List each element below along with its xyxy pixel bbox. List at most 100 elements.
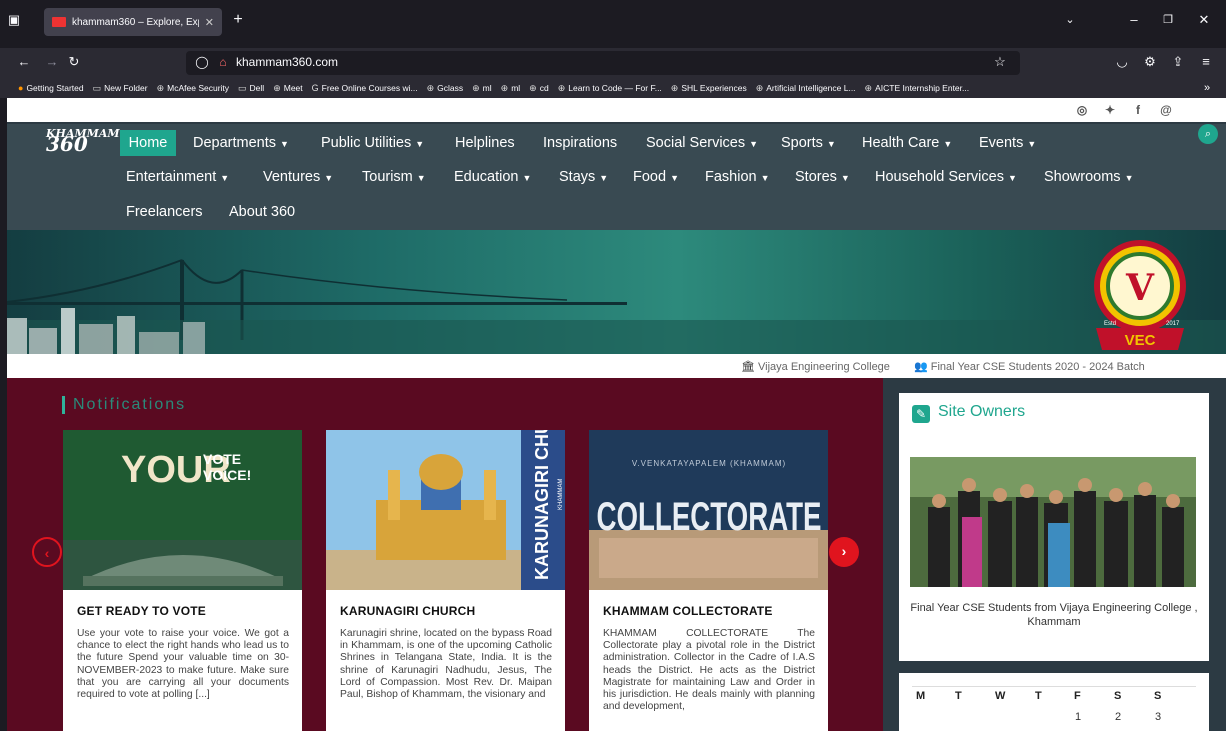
card-excerpt: KHAMMAM COLLECTORATE The Collectorate pl… [603, 628, 815, 713]
carousel-next-button[interactable]: › [829, 537, 859, 567]
vec-college-logo[interactable]: V VEC Estd 2017 [1090, 238, 1190, 354]
search-icon[interactable]: ⌕ [1198, 124, 1218, 144]
bookmark-item[interactable]: ⊕ Gclass [427, 83, 464, 94]
caret-down-icon: ▼ [1124, 173, 1134, 183]
instagram-icon[interactable]: ◎ [1074, 102, 1090, 118]
google-icon: G [311, 83, 319, 93]
pocket-icon[interactable]: ◡ [1114, 54, 1130, 70]
bookmark-item[interactable]: ● Getting Started [18, 83, 84, 93]
nav-showrooms[interactable]: Showrooms ▼ [1044, 166, 1133, 189]
share-icon[interactable]: ⇪ [1170, 54, 1186, 70]
nav-sports[interactable]: Sports ▼ [781, 132, 836, 155]
card-image-vote[interactable]: YOUR VOTE VOICE! [63, 430, 302, 590]
nav-fashion[interactable]: Fashion ▼ [705, 166, 770, 189]
calendar-day-header: W [995, 690, 1006, 702]
nav-events[interactable]: Events ▼ [979, 132, 1036, 155]
caret-down-icon: ▼ [599, 173, 609, 183]
tab-list-icon[interactable]: ▣ [6, 12, 22, 28]
calendar-day-header: F [1074, 690, 1081, 702]
calendar-date[interactable]: 3 [1155, 711, 1161, 723]
reload-icon[interactable]: ↻ [66, 54, 82, 70]
bookmark-item[interactable]: ⊕ ml [501, 83, 521, 94]
card-image-church[interactable]: KARUNAGIRI CHURC KHAMMAM [326, 430, 565, 590]
back-icon[interactable]: ← [16, 54, 32, 70]
globe-icon: ⊕ [557, 82, 566, 93]
notification-card[interactable]: V.VENKATAYAPALEM (KHAMMAM) COLLECTORATE … [589, 430, 828, 731]
bookmark-item[interactable]: ⊕ Meet [273, 83, 302, 94]
bookmark-item[interactable]: ⊕ McAfee Security [157, 83, 229, 94]
tab-title: khammam360 – Explore, Exper [72, 16, 199, 28]
svg-text:KARUNAGIRI CHURC: KARUNAGIRI CHURC [532, 430, 552, 580]
nav-stays[interactable]: Stays ▼ [559, 166, 608, 189]
nav-social-services[interactable]: Social Services ▼ [646, 132, 758, 155]
menu-icon[interactable]: ≡ [1198, 54, 1214, 70]
notification-card[interactable]: YOUR VOTE VOICE! GET READY TO VOTE Use y… [63, 430, 302, 731]
twitter-icon[interactable]: ✦ [1102, 102, 1118, 118]
lock-icon[interactable]: ⌂ [216, 54, 230, 70]
card-title[interactable]: KARUNAGIRI CHURCH [340, 604, 475, 618]
bookmark-item[interactable]: ▭ Dell [238, 83, 264, 94]
shield-icon[interactable]: ◯ [194, 54, 210, 70]
institution-icon: 🏛 [741, 361, 755, 373]
nav-helplines[interactable]: Helplines [455, 132, 515, 154]
close-tab-icon[interactable]: ✕ [205, 16, 214, 29]
tab-overflow-chevron-icon[interactable]: ⌄ [1062, 12, 1078, 28]
nav-public-utilities[interactable]: Public Utilities ▼ [321, 132, 424, 155]
nav-household-services[interactable]: Household Services ▼ [875, 166, 1017, 189]
calendar-day-header: M [916, 690, 926, 702]
bookmark-item[interactable]: ⊕ Learn to Code — For F... [558, 83, 662, 94]
notification-card[interactable]: KARUNAGIRI CHURC KHAMMAM KARUNAGIRI CHUR… [326, 430, 565, 731]
nav-stores[interactable]: Stores ▼ [795, 166, 850, 189]
card-image-collectorate[interactable]: V.VENKATAYAPALEM (KHAMMAM) COLLECTORATE [589, 430, 828, 590]
new-tab-icon[interactable]: + [230, 12, 246, 28]
extensions-icon[interactable]: ⚙ [1142, 54, 1158, 70]
caret-down-icon: ▼ [280, 139, 289, 149]
url-text[interactable]: khammam360.com [236, 55, 338, 69]
restore-icon[interactable]: ❐ [1160, 12, 1176, 28]
nav-ventures[interactable]: Ventures ▼ [263, 166, 333, 189]
forward-icon[interactable]: → [44, 54, 60, 70]
carousel-prev-button[interactable]: ‹ [32, 537, 62, 567]
bookmark-item[interactable]: ⊕ ml [472, 83, 492, 94]
bookmark-item[interactable]: ⊕ AICTE Internship Enter... [865, 83, 970, 94]
bookmarks-overflow-icon[interactable]: » [1200, 80, 1214, 96]
bookmark-item[interactable]: G Free Online Courses wi... [312, 83, 418, 93]
site-logo[interactable]: KHAMMAM 360 [46, 128, 120, 154]
caret-down-icon: ▼ [749, 139, 759, 149]
edit-icon: ✎ [912, 405, 930, 423]
card-title[interactable]: KHAMMAM COLLECTORATE [603, 604, 773, 618]
nav-departments[interactable]: Departments ▼ [193, 132, 289, 155]
caret-down-icon: ▼ [840, 173, 850, 183]
nav-entertainment[interactable]: Entertainment ▼ [126, 166, 229, 189]
nav-inspirations[interactable]: Inspirations [543, 132, 617, 154]
nav-tourism[interactable]: Tourism ▼ [362, 166, 426, 189]
bookmark-star-icon[interactable]: ☆ [992, 54, 1008, 70]
nav-home[interactable]: Home [120, 130, 176, 156]
svg-text:V: V [1125, 267, 1155, 309]
bookmark-item[interactable]: ⊕ cd [529, 83, 549, 94]
email-icon[interactable]: @ [1158, 102, 1174, 118]
bookmark-item[interactable]: ⊕ SHL Experiences [671, 83, 747, 94]
calendar-date[interactable]: 1 [1075, 711, 1081, 723]
nav-food[interactable]: Food ▼ [633, 166, 679, 189]
minimize-icon[interactable]: – [1126, 12, 1142, 28]
globe-icon: ⊕ [273, 82, 281, 93]
svg-text:V.VENKATAYAPALEM (KHAMMAM): V.VENKATAYAPALEM (KHAMMAM) [632, 459, 786, 468]
nav-health-care[interactable]: Health Care ▼ [862, 132, 952, 155]
svg-text:VOTE: VOTE [203, 451, 241, 467]
bookmark-item[interactable]: ⊕ Artificial Intelligence L... [756, 83, 856, 94]
calendar-day-header: S [1154, 690, 1162, 702]
nav-freelancers[interactable]: Freelancers [126, 201, 203, 223]
nav-about-360[interactable]: About 360 [229, 201, 295, 223]
close-window-icon[interactable]: ✕ [1196, 12, 1212, 28]
browser-tab-active[interactable]: khammam360 – Explore, Exper ✕ [44, 8, 222, 36]
facebook-icon[interactable]: f [1130, 102, 1146, 118]
group-photo[interactable] [910, 457, 1196, 587]
svg-text:Estd: Estd [1104, 321, 1116, 327]
globe-icon: ⊕ [670, 82, 679, 93]
calendar-date[interactable]: 2 [1115, 711, 1121, 723]
bookmark-item[interactable]: ▭ New Folder [93, 83, 148, 94]
nav-education[interactable]: Education ▼ [454, 166, 531, 189]
social-strip [7, 98, 1226, 122]
card-title[interactable]: GET READY TO VOTE [77, 604, 206, 618]
